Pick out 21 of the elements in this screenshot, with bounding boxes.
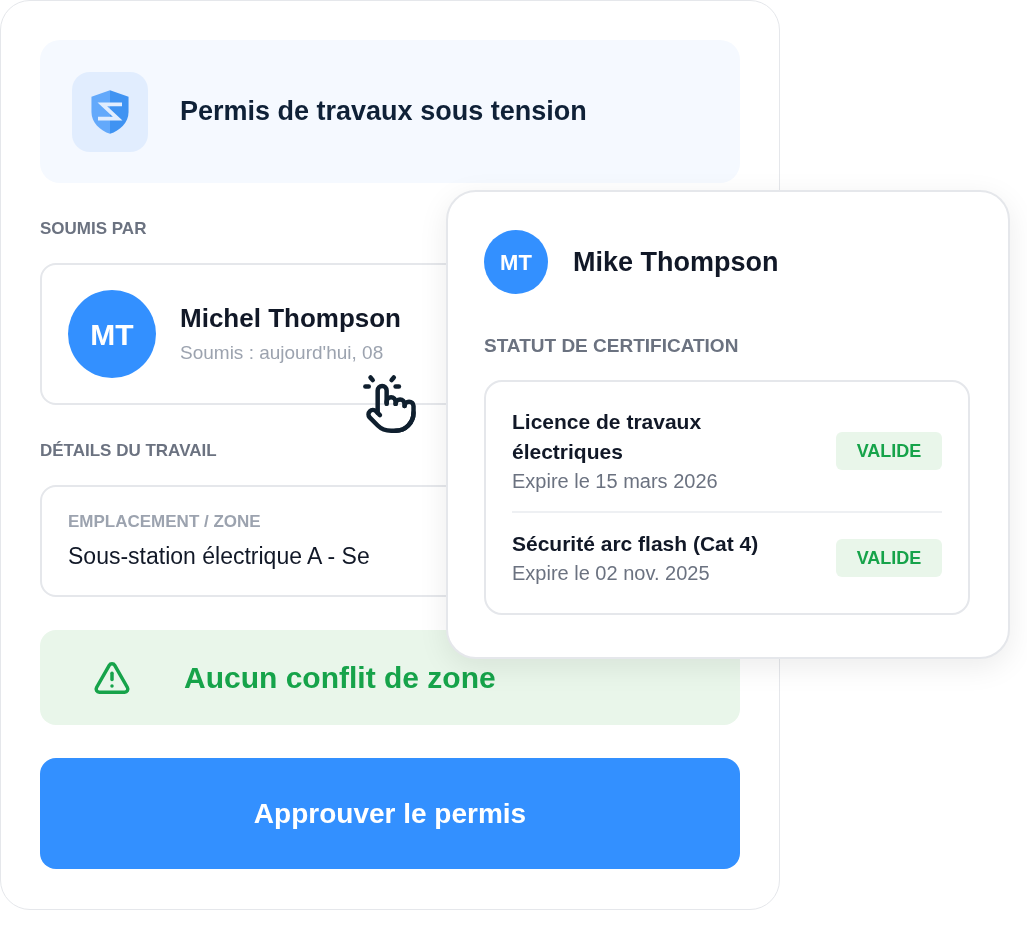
approve-button[interactable]: Approuver le permis [40, 758, 740, 869]
avatar: MT [68, 290, 156, 378]
section-label: SOUMIS PAR [40, 218, 147, 240]
submitted-time: Soumis : aujourd'hui, 08 [180, 341, 384, 365]
certification-title: Licence de travaux électriques [512, 409, 703, 465]
section-label: STATUT DE CERTIFICATION [484, 335, 739, 357]
status-badge: VALIDE [836, 432, 942, 470]
certification-expiry: Expire le 15 mars 2026 [512, 469, 718, 494]
permit-title: Permis de travaux sous tension [180, 95, 587, 129]
status-badge: VALIDE [836, 539, 942, 577]
section-label: DÉTAILS DU TRAVAIL [40, 440, 217, 462]
shield-logo-icon [72, 71, 148, 152]
zone-status-text: Aucun conflit de zone [184, 660, 496, 696]
certification-title: Sécurité arc flash (Cat 4) [512, 531, 760, 557]
certification-expiry: Expire le 02 nov. 2025 [512, 561, 710, 586]
hand-cursor-icon [362, 374, 418, 436]
submitter-name: Michel Thompson [180, 303, 401, 333]
field-label: EMPLACEMENT / ZONE [68, 511, 261, 533]
location-value: Sous-station électrique A - Se [68, 542, 370, 571]
profile-name: Mike Thompson [573, 245, 779, 279]
avatar: MT [484, 230, 548, 294]
